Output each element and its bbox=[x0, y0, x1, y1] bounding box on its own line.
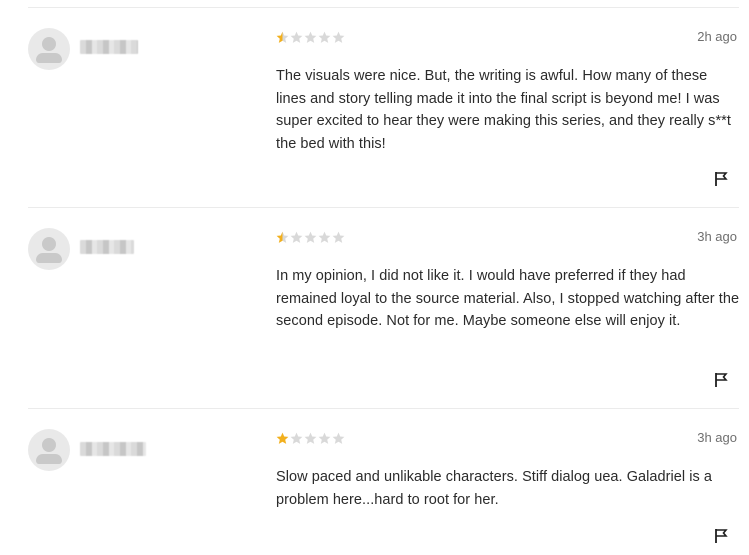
star-empty-icon bbox=[290, 31, 303, 43]
review-list: 2h ago The visuals were nice. But, the w… bbox=[0, 0, 749, 555]
star-empty-icon bbox=[318, 31, 331, 43]
star-rating bbox=[276, 231, 345, 245]
user-avatar-icon[interactable] bbox=[28, 228, 70, 270]
review-text: In my opinion, I did not like it. I woul… bbox=[276, 268, 740, 329]
review-item: 2h ago The visuals were nice. But, the w… bbox=[0, 0, 749, 208]
user-avatar-icon[interactable] bbox=[28, 28, 70, 70]
star-rating bbox=[276, 432, 345, 446]
review-text: Slow paced and unlikable characters. Sti… bbox=[276, 469, 713, 508]
star-half-icon bbox=[276, 231, 289, 243]
flag-icon[interactable] bbox=[714, 171, 728, 187]
review-item: 3h ago Slow paced and unlikable characte… bbox=[0, 401, 749, 555]
user-avatar-icon[interactable] bbox=[28, 429, 70, 471]
star-empty-icon bbox=[290, 231, 303, 243]
star-empty-icon bbox=[304, 432, 317, 444]
review-timestamp: 2h ago bbox=[697, 29, 737, 44]
star-empty-icon bbox=[290, 432, 303, 444]
star-empty-icon bbox=[304, 231, 317, 243]
username-redacted[interactable] bbox=[80, 240, 134, 254]
star-empty-icon bbox=[332, 432, 345, 444]
review-timestamp: 3h ago bbox=[697, 430, 737, 445]
star-empty-icon bbox=[332, 31, 345, 43]
star-empty-icon bbox=[304, 31, 317, 43]
username-redacted[interactable] bbox=[80, 442, 146, 456]
review-timestamp: 3h ago bbox=[697, 229, 737, 244]
review-item: 3h ago In my opinion, I did not like it.… bbox=[0, 200, 749, 409]
star-empty-icon bbox=[332, 231, 345, 243]
review-text: The visuals were nice. But, the writing … bbox=[276, 68, 731, 152]
username-redacted[interactable] bbox=[80, 40, 138, 54]
flag-icon[interactable] bbox=[714, 528, 728, 544]
star-empty-icon bbox=[318, 432, 331, 444]
flag-icon[interactable] bbox=[714, 372, 728, 388]
star-half-icon bbox=[276, 31, 289, 43]
star-empty-icon bbox=[318, 231, 331, 243]
star-rating bbox=[276, 31, 345, 45]
star-filled-icon bbox=[276, 432, 289, 444]
